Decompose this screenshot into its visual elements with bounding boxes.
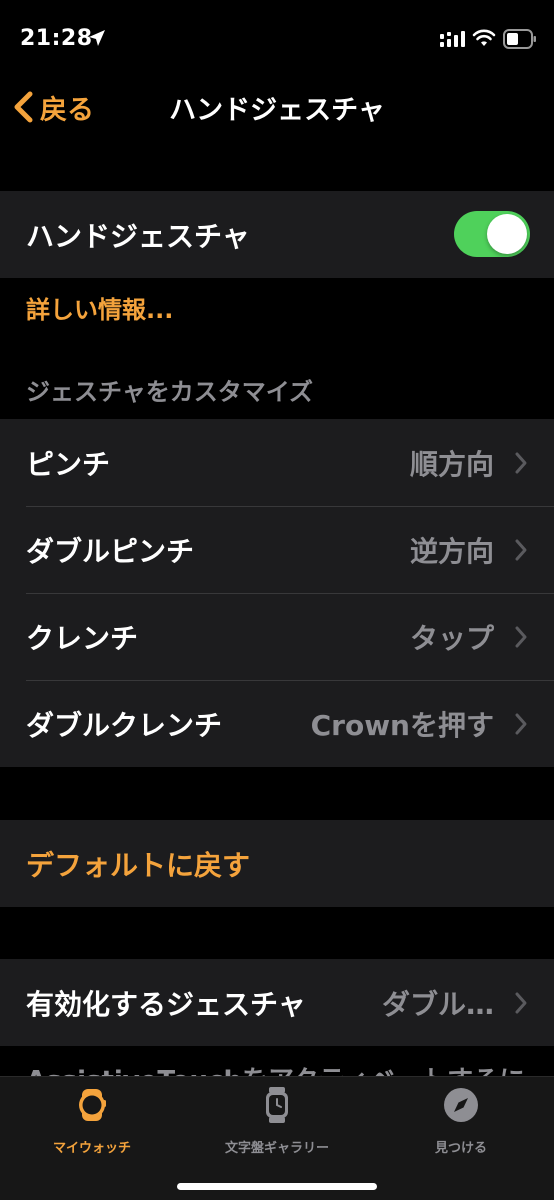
activation-gesture-value: ダブル… [381,987,494,1021]
chevron-right-icon [515,452,527,473]
gesture-value: タップ [409,621,494,655]
watch-icon [79,1089,106,1121]
back-button[interactable]: 戻る [12,87,94,127]
hand-gesture-row: ハンドジェスチャ [0,191,554,278]
watch-face-icon [266,1087,288,1123]
tab-label: マイウォッチ [52,1141,131,1156]
gesture-row-double-pinch[interactable]: ダブルピンチ 逆方向 [0,506,554,593]
chevron-right-icon [515,626,527,647]
hand-gesture-label: ハンドジェスチャ [26,219,250,253]
reset-default-button[interactable]: デフォルトに戻す [0,820,554,907]
customize-gestures-group: ピンチ 順方向 ダブルピンチ 逆方向 クレンチ タップ ダブルクレンチ Crow… [0,419,554,767]
tab-discover[interactable]: 見つける [369,1085,553,1165]
gesture-label: ピンチ [26,447,111,481]
location-arrow-icon [89,30,105,46]
back-label: 戻る [40,94,94,126]
wifi-icon [472,29,496,46]
gesture-value: 逆方向 [409,534,494,568]
activation-group: 有効化するジェスチャ ダブル… [0,959,554,1046]
tab-my-watch[interactable]: マイウォッチ [0,1085,184,1165]
status-bar: 21:28 [0,0,554,80]
toggle-knob [487,214,527,254]
tab-bar: マイウォッチ 文字盤ギャラリー 見つける [0,1076,554,1200]
gesture-row-clench[interactable]: クレンチ タップ [0,593,554,680]
chevron-right-icon [515,992,527,1013]
tab-label: 見つける [434,1141,487,1156]
chevron-left-icon [14,91,33,123]
battery-icon [503,29,536,49]
gesture-label: ダブルピンチ [26,534,195,568]
status-time: 21:28 [20,26,93,51]
tab-label: 文字盤ギャラリー [224,1141,329,1156]
reset-default-label: デフォルトに戻す [26,848,251,882]
hand-gesture-group: ハンドジェスチャ [0,191,554,278]
activation-gesture-row[interactable]: 有効化するジェスチャ ダブル… [0,959,554,1046]
compass-icon [444,1088,478,1122]
activation-gesture-label: 有効化するジェスチャ [26,987,306,1021]
gesture-row-double-clench[interactable]: ダブルクレンチ Crownを押す [0,680,554,767]
reset-group: デフォルトに戻す [0,820,554,907]
chevron-right-icon [515,539,527,560]
cellular-signal-icon [440,31,465,47]
home-indicator [177,1183,377,1190]
learn-more-link[interactable]: 詳しい情報... [26,290,173,325]
customize-section-header: ジェスチャをカスタマイズ [26,378,314,406]
tab-face-gallery[interactable]: 文字盤ギャラリー [185,1085,369,1165]
chevron-right-icon [515,713,527,734]
gesture-label: ダブルクレンチ [26,708,223,742]
hand-gesture-toggle[interactable] [454,211,530,257]
gesture-value: 順方向 [409,447,494,481]
gesture-row-pinch[interactable]: ピンチ 順方向 [0,419,554,506]
gesture-label: クレンチ [26,621,139,655]
gesture-value: Crownを押す [310,708,494,742]
navigation-bar: ハンドジェスチャ 戻る [0,80,554,132]
